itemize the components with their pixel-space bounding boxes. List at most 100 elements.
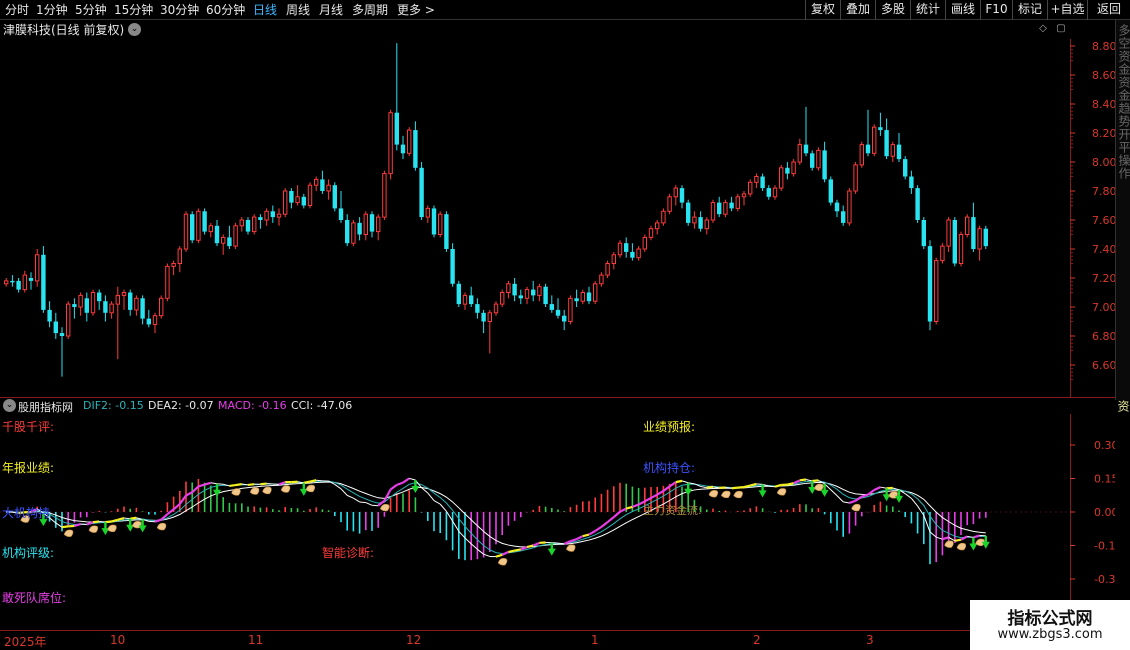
dif-segment bbox=[359, 501, 366, 504]
candle bbox=[636, 246, 641, 261]
price-tick-label: 7.00 bbox=[1092, 301, 1115, 314]
candle bbox=[462, 292, 468, 310]
dif-segment bbox=[483, 553, 490, 557]
period-tab-more[interactable]: 更多 > bbox=[397, 2, 435, 18]
period-tab-weekly[interactable]: 周线 bbox=[286, 2, 310, 18]
indicator-tick-label: 0.15 bbox=[1094, 473, 1115, 486]
chevron-down-icon[interactable]: ⌄ bbox=[128, 23, 141, 36]
candle bbox=[797, 138, 802, 165]
dif-segment bbox=[929, 531, 937, 538]
candle bbox=[84, 292, 89, 322]
period-tab-monthly[interactable]: 月线 bbox=[319, 2, 343, 18]
candle bbox=[103, 295, 108, 322]
back-button[interactable]: 返回 bbox=[1087, 0, 1130, 20]
dif-segment bbox=[198, 483, 205, 488]
maximize-icon[interactable]: ▢ bbox=[1055, 23, 1067, 35]
watermark-title: 指标公式网 bbox=[1007, 609, 1093, 629]
candle bbox=[307, 182, 313, 209]
dif-segment bbox=[470, 543, 478, 550]
candle bbox=[35, 249, 40, 287]
candlestick-chart[interactable]: 8.80 8.60 8.40 8.20 8.00 7.80 7.60 7.40 7.20 7.00… bbox=[0, 39, 1115, 398]
period-tab-1min[interactable]: 1分钟 bbox=[36, 2, 68, 18]
right-side-panel-lower[interactable]: 资 bbox=[1115, 398, 1130, 428]
mark-button[interactable]: 标记 bbox=[1012, 0, 1047, 20]
candle bbox=[345, 214, 350, 247]
period-tab-daily[interactable]: 日线 bbox=[253, 2, 277, 18]
candle bbox=[642, 234, 647, 252]
dif-segment bbox=[675, 479, 683, 484]
indicator-chart[interactable]: 0.30 0.15 0.00 -0.15 -0.30 bbox=[0, 414, 1115, 630]
hand-signal-icon bbox=[107, 524, 117, 533]
candle bbox=[146, 309, 151, 328]
candle bbox=[915, 185, 920, 223]
candle bbox=[376, 214, 381, 241]
dif-segment bbox=[632, 503, 639, 508]
candle bbox=[363, 211, 369, 241]
candle bbox=[202, 208, 207, 235]
date-label: 3 bbox=[866, 633, 874, 647]
nianbao-label: 年报业绩: bbox=[2, 461, 55, 475]
date-label: 12 bbox=[406, 633, 422, 647]
hand-signal-icon bbox=[776, 488, 787, 496]
price-tick-label: 8.20 bbox=[1092, 127, 1115, 140]
candle bbox=[946, 217, 951, 252]
f10-button[interactable]: F10 bbox=[980, 0, 1012, 20]
dif-segment bbox=[452, 520, 460, 532]
candle bbox=[357, 217, 362, 241]
dif-segment bbox=[662, 485, 671, 492]
period-tab-30min[interactable]: 30分钟 bbox=[160, 2, 199, 18]
candle bbox=[320, 170, 325, 194]
dif-segment bbox=[204, 481, 212, 486]
candle bbox=[704, 217, 709, 235]
candle bbox=[859, 141, 864, 168]
right-side-panel[interactable]: 多空资金资金趋势开平操作 bbox=[1115, 20, 1130, 400]
candle bbox=[537, 283, 542, 302]
dif-segment bbox=[706, 485, 714, 489]
period-tab-fenshi[interactable]: 分时 bbox=[5, 2, 29, 18]
indicator-menu-icon[interactable]: ⌄ bbox=[3, 399, 16, 412]
diamond-icon[interactable]: ◇ bbox=[1037, 23, 1049, 35]
price-tick-label: 8.40 bbox=[1092, 98, 1115, 111]
overlay-button[interactable]: 叠加 bbox=[840, 0, 875, 20]
dif-segment bbox=[61, 525, 69, 529]
candle bbox=[555, 298, 561, 319]
candle bbox=[890, 141, 895, 162]
dif-segment bbox=[340, 488, 348, 496]
candle bbox=[134, 295, 139, 316]
dif-segment bbox=[812, 479, 819, 483]
gansi-label: 敢死队席位: bbox=[2, 591, 67, 605]
price-tick-label: 7.20 bbox=[1092, 272, 1115, 285]
dif-segment bbox=[117, 516, 125, 521]
dif-segment bbox=[235, 482, 242, 487]
indicator-tick-label: 0.00 bbox=[1094, 506, 1115, 519]
candle bbox=[524, 286, 530, 305]
price-tick-label: 8.00 bbox=[1092, 156, 1115, 169]
add-watchlist-button[interactable]: +自选 bbox=[1047, 0, 1087, 20]
candle bbox=[252, 214, 257, 235]
indicator-tick-label: -0.15 bbox=[1094, 540, 1115, 553]
candle bbox=[66, 301, 71, 339]
draw-line-button[interactable]: 画线 bbox=[945, 0, 980, 20]
candle bbox=[72, 298, 77, 319]
candle bbox=[450, 243, 455, 287]
dif-segment bbox=[346, 494, 354, 499]
candle bbox=[239, 217, 245, 232]
fuquan-button[interactable]: 复权 bbox=[805, 0, 840, 20]
period-tab-5min[interactable]: 5分钟 bbox=[75, 2, 107, 18]
dif-segment bbox=[644, 496, 652, 503]
period-tab-60min[interactable]: 60分钟 bbox=[206, 2, 245, 18]
indicator-tick-label: 0.30 bbox=[1094, 439, 1115, 452]
period-tab-15min[interactable]: 15分钟 bbox=[114, 2, 153, 18]
multi-stock-button[interactable]: 多股 bbox=[875, 0, 910, 20]
stats-button[interactable]: 统计 bbox=[910, 0, 945, 20]
dif-segment bbox=[849, 499, 856, 505]
dif-segment bbox=[303, 480, 311, 484]
candle bbox=[810, 150, 815, 171]
candle bbox=[617, 240, 623, 258]
indicator-name[interactable]: 股朋指标网 bbox=[18, 399, 73, 415]
candle bbox=[171, 260, 176, 276]
period-tab-multi[interactable]: 多周期 bbox=[352, 2, 388, 18]
dif-segment bbox=[768, 485, 776, 488]
candle bbox=[28, 272, 34, 290]
macd-label: MACD: -0.16 bbox=[218, 399, 287, 412]
